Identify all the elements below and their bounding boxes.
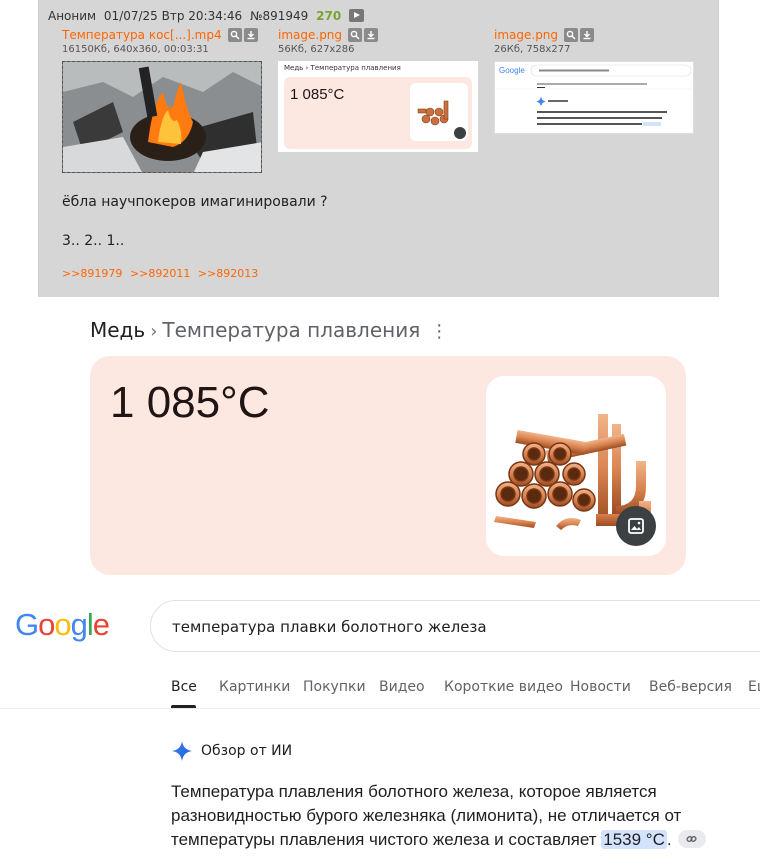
thumb-crumb: Медь › Температура плавления — [284, 64, 401, 72]
more-options-icon[interactable]: ⋮ — [430, 321, 448, 342]
attachment-meta: 26Кб, 758x277 — [494, 44, 571, 55]
copper-pipes-image[interactable] — [486, 376, 666, 556]
melting-point-value: 1 085°C — [110, 378, 270, 427]
post: Аноним 01/07/25 Втр 20:34:46 №891949 270… — [38, 0, 719, 297]
thumb-value: 1 085°C — [290, 86, 345, 103]
crumb-main[interactable]: Медь — [90, 318, 145, 342]
download-icon[interactable] — [243, 28, 258, 42]
divider — [0, 708, 760, 709]
post-text-line-2: 3.. 2.. 1.. — [62, 233, 125, 249]
post-header: Аноним 01/07/25 Втр 20:34:46 №891949 270 — [48, 9, 368, 23]
tab-all[interactable]: Все — [171, 679, 197, 695]
ai-overview-title: Обзор от ИИ — [201, 743, 293, 759]
ai-highlight: 1539 °C — [601, 830, 667, 849]
tab-video[interactable]: Видео — [379, 679, 425, 695]
attachment-filename[interactable]: image.png — [494, 28, 558, 42]
post-number[interactable]: №891949 — [250, 9, 308, 23]
logo-letter: o — [38, 607, 55, 642]
attachment-filename[interactable]: image.png — [278, 28, 342, 42]
download-icon[interactable] — [364, 28, 379, 42]
tab-web[interactable]: Веб-версия — [649, 679, 732, 695]
search-icon[interactable] — [348, 28, 363, 42]
backlink[interactable]: >>891979 — [62, 267, 122, 280]
search-icon[interactable] — [564, 28, 579, 42]
post-datetime: 01/07/25 Втр 20:34:46 — [103, 9, 243, 23]
attachment-video: Температура кос[...].mp4 16150Кб, 640x36… — [62, 28, 262, 173]
download-icon[interactable] — [580, 28, 595, 42]
attachment-meta: 56Кб, 627x286 — [278, 44, 355, 55]
backlink[interactable]: >>892011 — [130, 267, 190, 280]
tab-short-videos[interactable]: Короткие видео — [444, 679, 563, 695]
backlink[interactable]: >>892013 — [198, 267, 258, 280]
attachment-filename[interactable]: Температура кос[...].mp4 — [62, 28, 222, 42]
search-box[interactable]: температура плавки болотного железа — [150, 600, 760, 652]
copper-thumbnail[interactable]: Медь › Температура плавления 1 085°C — [278, 61, 478, 152]
tab-images[interactable]: Картинки — [219, 679, 290, 695]
ai-overview-header: Обзор от ИИ — [171, 740, 292, 762]
attachment-image-2: image.png 26Кб, 758x277 Google — [494, 28, 694, 134]
attachment-image-1: image.png 56Кб, 627x286 Медь › Температу… — [278, 28, 478, 152]
sparkle-icon — [172, 741, 192, 761]
reply-count[interactable]: 270 — [316, 9, 341, 23]
link-icon[interactable] — [678, 830, 707, 848]
melting-point-card: 1 085°C — [90, 356, 686, 575]
tab-shopping[interactable]: Покупки — [303, 679, 366, 695]
crumb-sub[interactable]: Температура плавления — [162, 318, 420, 342]
poster-name: Аноним — [48, 9, 97, 23]
attachment-meta: 16150Кб, 640x360, 00:03:31 — [62, 44, 209, 55]
svg-text:Google: Google — [499, 66, 525, 75]
search-icon[interactable] — [227, 28, 242, 42]
ai-overview-text: Температура плавления болотного железа, … — [171, 780, 751, 852]
logo-letter: G — [15, 607, 39, 642]
logo-letter: e — [92, 607, 110, 642]
logo-letter: o — [54, 607, 71, 642]
breadcrumb: Медь › Температура плавления ⋮ — [90, 318, 448, 342]
backlinks: >>891979 >>892011 >>892013 — [62, 267, 262, 280]
play-icon[interactable] — [349, 9, 365, 22]
google-thumbnail[interactable]: Google — [494, 61, 694, 134]
tab-more[interactable]: Ещ — [748, 679, 760, 695]
search-input[interactable]: температура плавки болотного железа — [172, 618, 487, 636]
post-text-line-1: ёбла научпокеров имагинировали ? — [62, 194, 328, 210]
image-search-icon[interactable] — [616, 506, 656, 546]
logo-letter: g — [70, 607, 88, 642]
tab-news[interactable]: Новости — [570, 679, 631, 695]
video-thumbnail[interactable] — [62, 61, 262, 173]
ai-text-end: . — [666, 830, 672, 849]
google-logo[interactable]: Google — [15, 607, 110, 643]
crumb-separator: › — [150, 321, 158, 342]
